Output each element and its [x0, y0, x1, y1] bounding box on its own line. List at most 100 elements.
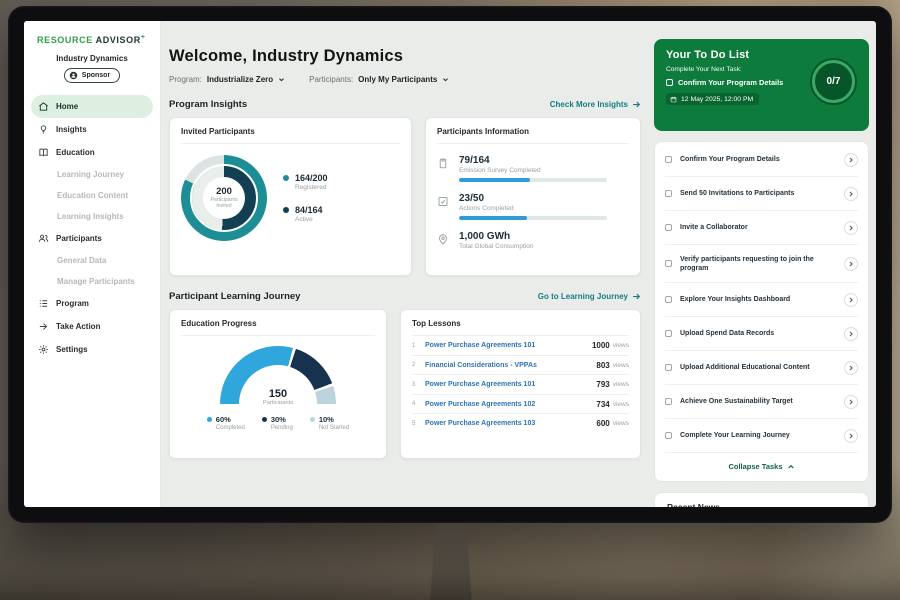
- legend-item: 164/200 Registered: [283, 173, 328, 191]
- chevron-right-icon[interactable]: [844, 395, 858, 409]
- program-filter-dropdown[interactable]: Program: Industrialize Zero: [169, 75, 285, 84]
- task-row[interactable]: Explore Your Insights Dashboard: [665, 283, 858, 317]
- sponsor-badge[interactable]: Sponsor: [64, 68, 120, 83]
- task-checkbox[interactable]: [665, 330, 672, 337]
- legend-item: 60% Completed: [207, 415, 245, 431]
- gauge-center-label: Participants: [220, 400, 336, 404]
- sidebar-item-education[interactable]: Education: [24, 141, 160, 164]
- program-filter-value: Industrialize Zero: [207, 75, 273, 84]
- lesson-link[interactable]: Power Purchase Agreements 102: [425, 401, 596, 408]
- todo-summary-card: Your To Do List Complete Your Next Task:…: [654, 39, 869, 131]
- task-checkbox[interactable]: [665, 190, 672, 197]
- todo-next-task-label: Confirm Your Program Details: [678, 78, 783, 87]
- todo-next-task: Confirm Your Program Details: [666, 78, 806, 87]
- lesson-rank: 4: [412, 401, 425, 407]
- task-checkbox[interactable]: [665, 260, 672, 267]
- sidebar-item-take-action[interactable]: Take Action: [24, 315, 160, 338]
- lesson-views-suffix: views: [613, 381, 629, 388]
- task-label: Complete Your Learning Journey: [680, 431, 836, 440]
- lesson-views: 600: [596, 419, 609, 428]
- legend-dot: [283, 207, 289, 213]
- arrow-right-icon: [632, 100, 641, 109]
- sidebar-item-label: Learning Journey: [57, 170, 124, 179]
- task-row[interactable]: Confirm Your Program Details: [665, 143, 858, 177]
- task-row[interactable]: Invite a Collaborator: [665, 211, 858, 245]
- task-row[interactable]: Achieve One Sustainability Target: [665, 385, 858, 419]
- participants-filter-label: Participants:: [309, 75, 353, 84]
- task-row[interactable]: Upload Spend Data Records: [665, 317, 858, 351]
- progress-bar-fill: [459, 178, 530, 182]
- lesson-views-suffix: views: [613, 401, 629, 408]
- task-row[interactable]: Send 50 Invitations to Participants: [665, 177, 858, 211]
- go-to-learning-journey-link[interactable]: Go to Learning Journey: [538, 292, 641, 301]
- legend-label: Registered: [295, 184, 328, 191]
- brand-logo: RESOURCE ADVISOR+: [24, 21, 160, 45]
- arrow-right-icon: [632, 292, 641, 301]
- task-row[interactable]: Complete Your Learning Journey: [665, 419, 858, 453]
- task-checkbox[interactable]: [665, 398, 672, 405]
- sidebar-item-insights[interactable]: Insights: [24, 118, 160, 141]
- participants-information-card: Participants Information 79/164 Emission…: [425, 117, 641, 276]
- filter-bar: Program: Industrialize Zero Participants…: [169, 75, 641, 84]
- lesson-views: 1000: [592, 341, 610, 350]
- task-checkbox[interactable]: [665, 156, 672, 163]
- task-checkbox[interactable]: [665, 364, 672, 371]
- legend-item: 84/164 Active: [283, 205, 328, 223]
- chevron-right-icon[interactable]: [844, 429, 858, 443]
- chevron-right-icon[interactable]: [844, 361, 858, 375]
- sidebar-item-program[interactable]: Program: [24, 292, 160, 315]
- sidebar-item-participants[interactable]: Participants: [24, 227, 160, 250]
- check-more-insights-link[interactable]: Check More Insights: [550, 100, 641, 109]
- lesson-link[interactable]: Power Purchase Agreements 101: [425, 342, 592, 349]
- donut-center-label: Participants Invited: [207, 198, 241, 210]
- sidebar-item-label: Home: [56, 102, 78, 111]
- task-label: Achieve One Sustainability Target: [680, 397, 836, 406]
- task-checkbox[interactable]: [666, 79, 673, 86]
- legend-value: 30%: [271, 415, 293, 424]
- todo-progress-ring: 0/7: [810, 58, 857, 105]
- task-label: Upload Additional Educational Content: [680, 363, 836, 372]
- sidebar-item-learning-insights[interactable]: Learning Insights: [24, 206, 160, 227]
- task-row[interactable]: Verify participants requesting to join t…: [665, 245, 858, 283]
- lesson-link[interactable]: Power Purchase Agreements 103: [425, 420, 596, 427]
- sidebar-item-education-content[interactable]: Education Content: [24, 185, 160, 206]
- lesson-views-suffix: views: [613, 342, 629, 349]
- task-checkbox[interactable]: [665, 432, 672, 439]
- task-row[interactable]: Upload Additional Educational Content: [665, 351, 858, 385]
- legend-value: 10%: [319, 415, 349, 424]
- donut-center-value: 200: [216, 186, 232, 197]
- gauge-center-value: 150: [220, 388, 336, 400]
- sidebar-item-label: Manage Participants: [57, 277, 135, 286]
- chevron-right-icon[interactable]: [844, 257, 858, 271]
- learning-cards-row: Education Progress 150 Participants: [169, 309, 641, 459]
- sidebar-item-home[interactable]: Home: [31, 95, 153, 118]
- program-filter-label: Program:: [169, 75, 202, 84]
- chevron-right-icon[interactable]: [844, 327, 858, 341]
- task-checkbox[interactable]: [665, 224, 672, 231]
- chevron-right-icon[interactable]: [844, 187, 858, 201]
- lesson-rank: 5: [412, 421, 425, 427]
- chevron-right-icon[interactable]: [844, 221, 858, 235]
- collapse-tasks-link[interactable]: Collapse Tasks: [665, 453, 858, 478]
- lesson-row: 3 Power Purchase Agreements 101 793 view…: [412, 375, 629, 395]
- sidebar-item-manage-participants[interactable]: Manage Participants: [24, 271, 160, 292]
- link-label: Go to Learning Journey: [538, 292, 628, 301]
- task-checkbox[interactable]: [665, 296, 672, 303]
- sidebar-item-general-data[interactable]: General Data: [24, 250, 160, 271]
- sidebar-nav: Home Insights Education Learning Journey…: [24, 95, 160, 361]
- legend-item: 10% Not Started: [310, 415, 349, 431]
- participants-filter-dropdown[interactable]: Participants: Only My Participants: [309, 75, 449, 84]
- lesson-link[interactable]: Financial Considerations - VPPAs: [425, 362, 596, 369]
- home-icon: [38, 101, 49, 112]
- sidebar-item-settings[interactable]: Settings: [24, 338, 160, 361]
- lesson-views-suffix: views: [613, 362, 629, 369]
- book-icon: [38, 147, 49, 158]
- lesson-views: 734: [596, 400, 609, 409]
- chevron-right-icon[interactable]: [844, 293, 858, 307]
- chevron-right-icon[interactable]: [844, 153, 858, 167]
- gear-icon: [38, 344, 49, 355]
- top-lessons-card: Top Lessons 1 Power Purchase Agreements …: [400, 309, 641, 459]
- lesson-link[interactable]: Power Purchase Agreements 101: [425, 381, 596, 388]
- sidebar-item-learning-journey[interactable]: Learning Journey: [24, 164, 160, 185]
- brand-advisor: ADVISOR: [96, 35, 141, 45]
